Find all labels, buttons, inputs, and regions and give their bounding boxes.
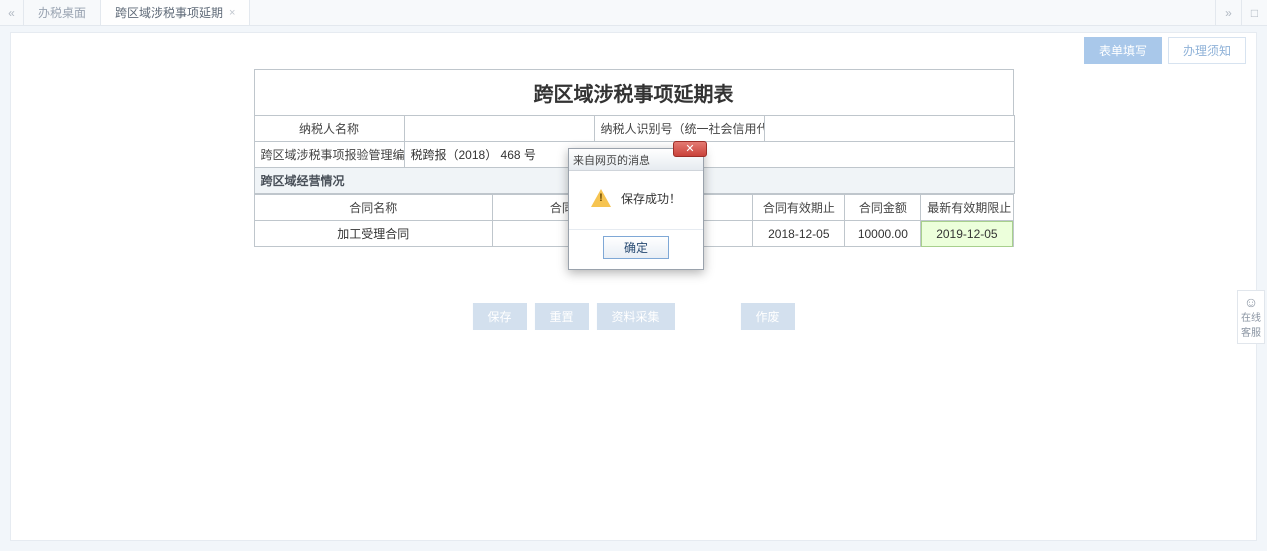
cell-amount: 10000.00: [845, 221, 921, 247]
alert-dialog: 来自网页的消息 ✕ 保存成功！ 确定: [568, 148, 704, 270]
docs-button[interactable]: 资料采集: [597, 303, 675, 330]
tab-scroll-left[interactable]: «: [0, 0, 24, 25]
value-mgmt-no: 税跨报（2018） 468 号: [404, 142, 1014, 168]
hdr-valid-to: 合同有效期止: [753, 195, 845, 221]
save-button[interactable]: 保存: [472, 303, 526, 330]
reset-button[interactable]: 重置: [534, 303, 588, 330]
cell-new-valid-to[interactable]: 2019-12-05: [921, 221, 1013, 247]
row-taxpayer: 纳税人名称 纳税人识别号（统一社会信用代码）: [254, 116, 1014, 142]
action-bar: 保存 重置 资料采集 作废: [472, 303, 794, 330]
alert-body: 保存成功！: [569, 171, 703, 229]
cancel-button[interactable]: 作废: [741, 303, 795, 330]
hdr-amount: 合同金额: [845, 195, 921, 221]
alert-message: 保存成功！: [621, 190, 681, 207]
alert-close-button[interactable]: ✕: [673, 141, 707, 157]
support-line1: 在线: [1238, 309, 1264, 324]
hdr-contract-name: 合同名称: [254, 195, 493, 221]
value-taxpayer-id[interactable]: [764, 116, 1014, 142]
warning-icon: [591, 189, 611, 207]
page-tab-process-info[interactable]: 办理须知: [1168, 37, 1246, 64]
tabbar: « 办税桌面 跨区域涉税事项延期 × » □: [0, 0, 1267, 26]
tab-desktop[interactable]: 办税桌面: [24, 0, 101, 25]
tab-scroll-right[interactable]: »: [1215, 0, 1241, 25]
page-card: 表单填写 办理须知 跨区域涉税事项延期表 纳税人名称 纳税人识别号（统一社会信用…: [10, 32, 1257, 541]
cell-valid-to: 2018-12-05: [753, 221, 845, 247]
alert-ok-button[interactable]: 确定: [603, 236, 669, 259]
alert-actions: 确定: [569, 229, 703, 269]
form-title: 跨区域涉税事项延期表: [254, 69, 1014, 115]
support-line2: 客服: [1238, 324, 1264, 339]
tab-current[interactable]: 跨区域涉税事项延期 ×: [101, 0, 250, 25]
alert-title: 来自网页的消息: [573, 152, 650, 168]
support-widget[interactable]: ☺ 在线 客服: [1237, 290, 1265, 344]
page-tabs: 表单填写 办理须知: [1084, 37, 1246, 64]
page-tab-form-fill[interactable]: 表单填写: [1084, 37, 1162, 64]
tab-menu-button[interactable]: □: [1241, 0, 1267, 25]
tab-current-label: 跨区域涉税事项延期: [115, 4, 223, 21]
label-taxpayer-name: 纳税人名称: [254, 116, 404, 142]
value-taxpayer-name[interactable]: [404, 116, 594, 142]
cell-contract-name: 加工受理合同: [254, 221, 493, 247]
label-taxpayer-id: 纳税人识别号（统一社会信用代码）: [594, 116, 764, 142]
hdr-new-valid-to: 最新有效期限止: [921, 195, 1013, 221]
label-mgmt-no: 跨区域涉税事项报验管理编号: [254, 142, 404, 168]
support-avatar-icon: ☺: [1238, 295, 1264, 309]
alert-titlebar: 来自网页的消息 ✕: [569, 149, 703, 171]
tab-desktop-label: 办税桌面: [38, 4, 86, 21]
close-icon[interactable]: ×: [229, 7, 235, 19]
tabbar-spacer: [250, 0, 1215, 25]
